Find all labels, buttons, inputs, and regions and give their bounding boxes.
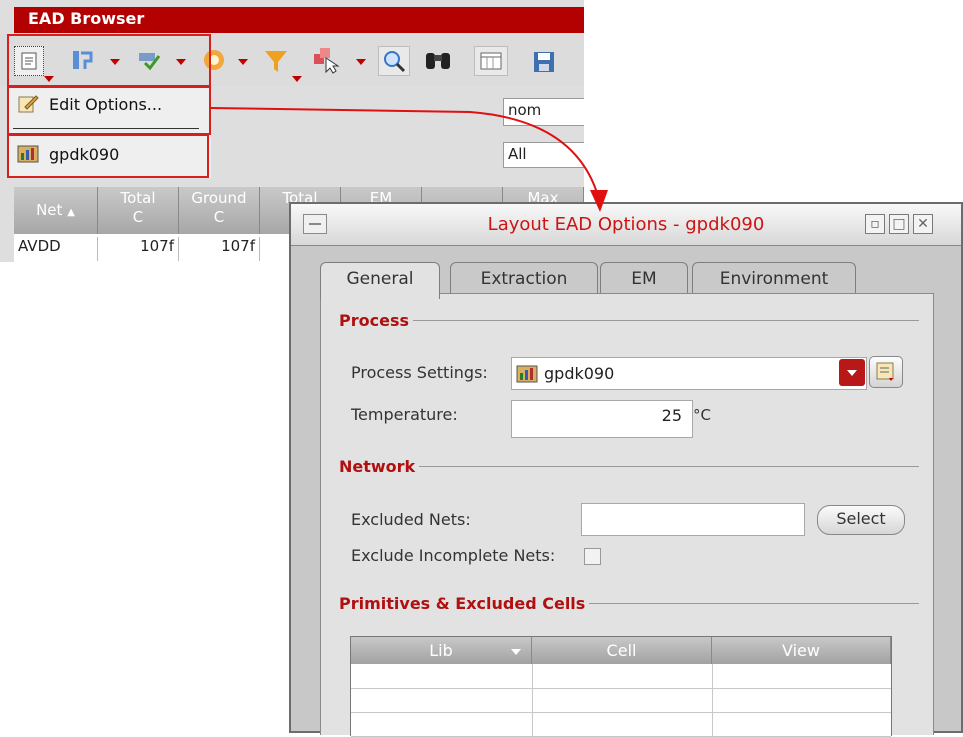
excluded-cells-table: Lib Cell View	[350, 636, 892, 737]
save-icon[interactable]	[530, 48, 558, 76]
column-header-view[interactable]: View	[712, 637, 891, 664]
column-header-ground-c[interactable]: Ground C	[179, 187, 260, 234]
excluded-nets-label: Excluded Nets:	[351, 510, 471, 529]
process-item-frame: gpdk090	[7, 134, 209, 178]
exclude-incomplete-checkbox[interactable]	[584, 548, 601, 565]
tab-em[interactable]: EM	[600, 262, 688, 296]
excluded-nets-input[interactable]	[581, 503, 805, 536]
binoculars-icon[interactable]	[424, 46, 452, 74]
temperature-label: Temperature:	[351, 405, 458, 424]
tab-extraction[interactable]: Extraction	[450, 262, 598, 296]
table-cell-ground-c[interactable]: 107f	[179, 237, 260, 261]
process-settings-value: gpdk090	[544, 364, 615, 383]
dialog-title: Layout EAD Options - gpdk090	[487, 214, 765, 235]
chevron-down-icon[interactable]	[292, 76, 302, 82]
column-header-label: C	[213, 208, 225, 226]
chevron-down-icon[interactable]	[238, 59, 248, 65]
chevron-down-icon	[511, 649, 521, 655]
browser-title: EAD Browser	[14, 7, 584, 33]
process-chart-icon	[516, 365, 538, 382]
edit-options-highlight	[7, 86, 211, 135]
section-title: Process	[339, 311, 409, 330]
column-header-cell[interactable]: Cell	[532, 637, 712, 664]
filter-combo[interactable]: All	[503, 142, 584, 168]
table-row-divider	[351, 688, 891, 689]
sort-ascending-icon: ▲	[67, 207, 75, 218]
network-section-heading: Network	[339, 457, 919, 476]
menu-item-label: gpdk090	[49, 144, 120, 164]
process-chart-icon	[17, 145, 39, 163]
options-icon-highlight	[7, 34, 211, 87]
tab-environment[interactable]: Environment	[692, 262, 856, 296]
temperature-input[interactable]: 25	[511, 400, 693, 438]
section-title: Primitives & Excluded Cells	[339, 594, 586, 613]
process-settings-label: Process Settings:	[351, 363, 488, 382]
table-row-divider	[351, 712, 891, 713]
minimize-icon: ▫	[870, 216, 880, 232]
primitives-section-heading: Primitives & Excluded Cells	[339, 594, 919, 613]
process-section-heading: Process	[339, 311, 919, 330]
document-options-icon	[876, 362, 894, 381]
maximize-button[interactable]: □	[889, 214, 909, 234]
chevron-down-icon	[847, 369, 857, 376]
table-cell-net[interactable]: AVDD	[14, 237, 98, 261]
tab-general[interactable]: General	[320, 262, 440, 299]
column-header-label: C	[132, 208, 144, 226]
column-header-label: Lib	[429, 641, 453, 660]
column-header-label: Total	[120, 189, 156, 207]
table-column-divider	[712, 664, 713, 737]
menu-item-process[interactable]: gpdk090	[17, 144, 119, 164]
filter-icon[interactable]	[262, 48, 290, 76]
select-button[interactable]: Select	[817, 505, 905, 535]
close-icon: ✕	[917, 216, 929, 232]
temperature-unit: °C	[693, 406, 711, 424]
dialog-titlebar: Layout EAD Options - gpdk090 ▫ □ ✕	[291, 204, 961, 246]
options-dialog: Layout EAD Options - gpdk090 ▫ □ ✕ Gener…	[289, 202, 963, 737]
table-column-divider	[532, 664, 533, 737]
close-button[interactable]: ✕	[913, 214, 933, 234]
process-options-button[interactable]	[869, 356, 903, 388]
process-settings-select[interactable]: gpdk090	[511, 357, 867, 390]
exclude-incomplete-label: Exclude Incomplete Nets:	[351, 546, 556, 565]
table-cell-total-c[interactable]: 107f	[98, 237, 179, 261]
column-header-total-c[interactable]: Total C	[98, 187, 179, 234]
select-pointer-icon[interactable]	[312, 46, 340, 74]
chevron-down-icon[interactable]	[356, 59, 366, 65]
minimize-button[interactable]: ▫	[865, 214, 885, 234]
panel-layout-icon[interactable]	[474, 46, 508, 76]
column-header-label: Net	[36, 201, 63, 219]
zoom-icon[interactable]	[378, 46, 410, 76]
column-header-lib[interactable]: Lib	[351, 637, 532, 664]
dropdown-button[interactable]	[839, 359, 865, 386]
column-header-label: Ground	[191, 189, 247, 207]
corner-combo[interactable]: nom	[503, 98, 584, 126]
column-header-net[interactable]: Net ▲	[14, 187, 98, 234]
section-title: Network	[339, 457, 416, 476]
maximize-icon: □	[892, 216, 906, 232]
